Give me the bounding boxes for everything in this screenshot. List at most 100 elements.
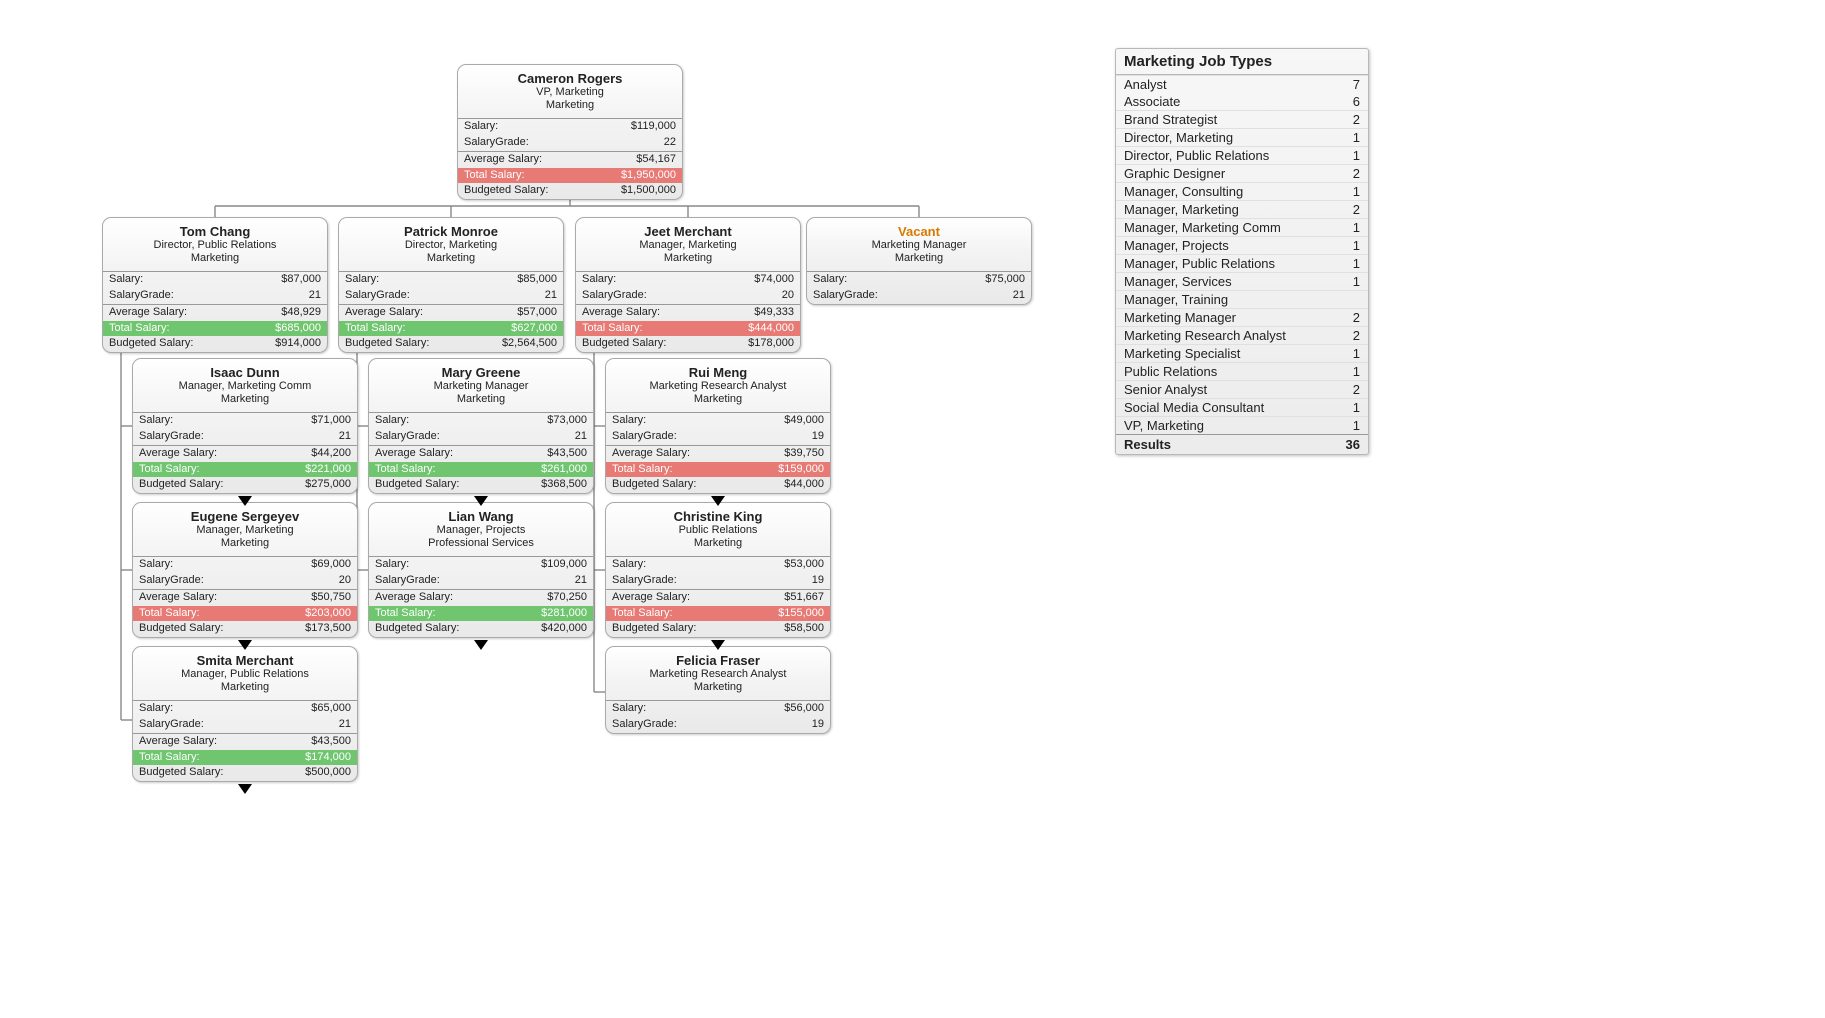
row-grade: SalaryGrade:19 <box>606 429 830 445</box>
org-node-cameron-rogers[interactable]: Cameron RogersVP, MarketingMarketingSala… <box>457 64 683 200</box>
org-node-christine-king[interactable]: Christine KingPublic RelationsMarketingS… <box>605 502 831 638</box>
row-avg: Average Salary:$54,167 <box>458 152 682 168</box>
row-salary: Salary:$53,000 <box>606 557 830 573</box>
row-salary: Salary:$73,000 <box>369 413 593 429</box>
row-salary: Salary:$109,000 <box>369 557 593 573</box>
row-budget: Budgeted Salary:$1,500,000 <box>458 183 682 199</box>
row-budget: Budgeted Salary:$58,500 <box>606 621 830 637</box>
row-salary: Salary:$87,000 <box>103 272 327 288</box>
panel-row: Marketing Research Analyst2 <box>1116 326 1368 344</box>
panel-row: Analyst7 <box>1116 75 1368 93</box>
org-node-lian-wang[interactable]: Lian WangManager, ProjectsProfessional S… <box>368 502 594 638</box>
org-node-mary-greene[interactable]: Mary GreeneMarketing ManagerMarketingSal… <box>368 358 594 494</box>
person-dept: Marketing <box>137 681 353 694</box>
expand-icon[interactable] <box>711 496 725 506</box>
row-avg: Average Salary:$43,500 <box>369 446 593 462</box>
panel-row: Brand Strategist2 <box>1116 110 1368 128</box>
row-grade: SalaryGrade:19 <box>606 717 830 733</box>
person-dept: Marketing <box>107 252 323 265</box>
panel-row: Graphic Designer2 <box>1116 164 1368 182</box>
panel-row: Manager, Public Relations1 <box>1116 254 1368 272</box>
person-name: Eugene Sergeyev <box>137 509 353 524</box>
person-dept: Marketing <box>137 393 353 406</box>
panel-row: Manager, Consulting1 <box>1116 182 1368 200</box>
row-salary: Salary:$65,000 <box>133 701 357 717</box>
person-title: Manager, Marketing <box>137 524 353 537</box>
person-title: Marketing Research Analyst <box>610 668 826 681</box>
row-grade: SalaryGrade:20 <box>133 573 357 589</box>
row-grade: SalaryGrade:20 <box>576 288 800 304</box>
expand-icon[interactable] <box>474 496 488 506</box>
expand-icon[interactable] <box>238 496 252 506</box>
panel-row: Public Relations1 <box>1116 362 1368 380</box>
row-avg: Average Salary:$48,929 <box>103 305 327 321</box>
row-avg: Average Salary:$57,000 <box>339 305 563 321</box>
row-salary: Salary:$56,000 <box>606 701 830 717</box>
person-name: Rui Meng <box>610 365 826 380</box>
row-salary: Salary:$119,000 <box>458 119 682 135</box>
panel-row: Manager, Marketing Comm1 <box>1116 218 1368 236</box>
org-node-rui-meng[interactable]: Rui MengMarketing Research AnalystMarket… <box>605 358 831 494</box>
row-salary: Salary:$69,000 <box>133 557 357 573</box>
org-node-eugene-sergeyev[interactable]: Eugene SergeyevManager, MarketingMarketi… <box>132 502 358 638</box>
panel-row: Associate6 <box>1116 93 1368 110</box>
row-salary: Salary:$49,000 <box>606 413 830 429</box>
row-grade: SalaryGrade:21 <box>369 429 593 445</box>
row-total: Total Salary:$159,000 <box>606 462 830 478</box>
row-budget: Budgeted Salary:$2,564,500 <box>339 336 563 352</box>
org-node-patrick-monroe[interactable]: Patrick MonroeDirector, MarketingMarketi… <box>338 217 564 353</box>
row-grade: SalaryGrade:21 <box>369 573 593 589</box>
person-dept: Marketing <box>580 252 796 265</box>
row-total: Total Salary:$261,000 <box>369 462 593 478</box>
person-dept: Marketing <box>610 681 826 694</box>
panel-row: Manager, Projects1 <box>1116 236 1368 254</box>
row-budget: Budgeted Salary:$44,000 <box>606 477 830 493</box>
person-name: Tom Chang <box>107 224 323 239</box>
expand-icon[interactable] <box>238 640 252 650</box>
row-total: Total Salary:$281,000 <box>369 606 593 622</box>
panel-row: Manager, Marketing2 <box>1116 200 1368 218</box>
row-total: Total Salary:$1,950,000 <box>458 168 682 184</box>
person-title: Public Relations <box>610 524 826 537</box>
expand-icon[interactable] <box>711 640 725 650</box>
row-grade: SalaryGrade:21 <box>133 429 357 445</box>
row-total: Total Salary:$627,000 <box>339 321 563 337</box>
panel-title: Marketing Job Types <box>1116 49 1368 75</box>
person-dept: Marketing <box>137 537 353 550</box>
job-types-panel: Marketing Job Types Analyst7Associate6Br… <box>1115 48 1369 455</box>
org-node-vacant[interactable]: VacantMarketing ManagerMarketingSalary:$… <box>806 217 1032 305</box>
person-dept: Professional Services <box>373 537 589 550</box>
row-salary: Salary:$75,000 <box>807 272 1031 288</box>
panel-row: Marketing Manager2 <box>1116 308 1368 326</box>
person-title: Manager, Projects <box>373 524 589 537</box>
row-total: Total Salary:$221,000 <box>133 462 357 478</box>
row-total: Total Salary:$203,000 <box>133 606 357 622</box>
person-title: VP, Marketing <box>462 86 678 99</box>
person-title: Marketing Research Analyst <box>610 380 826 393</box>
row-avg: Average Salary:$51,667 <box>606 590 830 606</box>
org-node-smita-merchant[interactable]: Smita MerchantManager, Public RelationsM… <box>132 646 358 782</box>
panel-row: Director, Marketing1 <box>1116 128 1368 146</box>
row-avg: Average Salary:$49,333 <box>576 305 800 321</box>
org-node-felicia-fraser[interactable]: Felicia FraserMarketing Research Analyst… <box>605 646 831 734</box>
org-node-isaac-dunn[interactable]: Isaac DunnManager, Marketing CommMarketi… <box>132 358 358 494</box>
org-node-tom-chang[interactable]: Tom ChangDirector, Public RelationsMarke… <box>102 217 328 353</box>
person-title: Manager, Marketing Comm <box>137 380 353 393</box>
expand-icon[interactable] <box>238 784 252 794</box>
panel-results-row: Results 36 <box>1116 434 1368 454</box>
row-budget: Budgeted Salary:$178,000 <box>576 336 800 352</box>
person-title: Marketing Manager <box>811 239 1027 252</box>
person-name: Lian Wang <box>373 509 589 524</box>
person-dept: Marketing <box>343 252 559 265</box>
panel-row: Manager, Services1 <box>1116 272 1368 290</box>
person-dept: Marketing <box>610 537 826 550</box>
person-name: Cameron Rogers <box>462 71 678 86</box>
person-dept: Marketing <box>811 252 1027 265</box>
expand-icon[interactable] <box>474 640 488 650</box>
org-node-jeet-merchant[interactable]: Jeet MerchantManager, MarketingMarketing… <box>575 217 801 353</box>
person-title: Marketing Manager <box>373 380 589 393</box>
panel-row: VP, Marketing1 <box>1116 416 1368 434</box>
row-grade: SalaryGrade:19 <box>606 573 830 589</box>
person-dept: Marketing <box>610 393 826 406</box>
row-grade: SalaryGrade:21 <box>339 288 563 304</box>
